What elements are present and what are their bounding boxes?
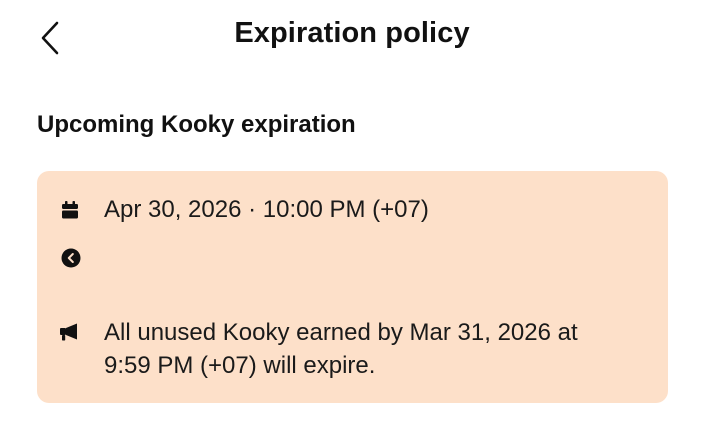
calendar-icon (59, 199, 81, 221)
expiration-card: Apr 30, 2026 · 10:00 PM (+07) All unused… (37, 171, 668, 403)
section-title: Upcoming Kooky expiration (37, 111, 356, 138)
page-title: Expiration policy (234, 17, 470, 49)
header: Expiration policy (0, 0, 704, 76)
expiration-policy-screen: Expiration policy Upcoming Kooky expirat… (0, 0, 704, 448)
expiration-date: Apr 30, 2026 · 10:00 PM (+07) (104, 196, 429, 223)
expiration-notice-line1: All unused Kooky earned by Mar 31, 2026 … (104, 319, 578, 346)
megaphone-icon (59, 321, 81, 343)
chevron-left-circle-icon[interactable] (61, 248, 81, 268)
expiration-notice-line2: 9:59 PM (+07) will expire. (104, 352, 376, 379)
